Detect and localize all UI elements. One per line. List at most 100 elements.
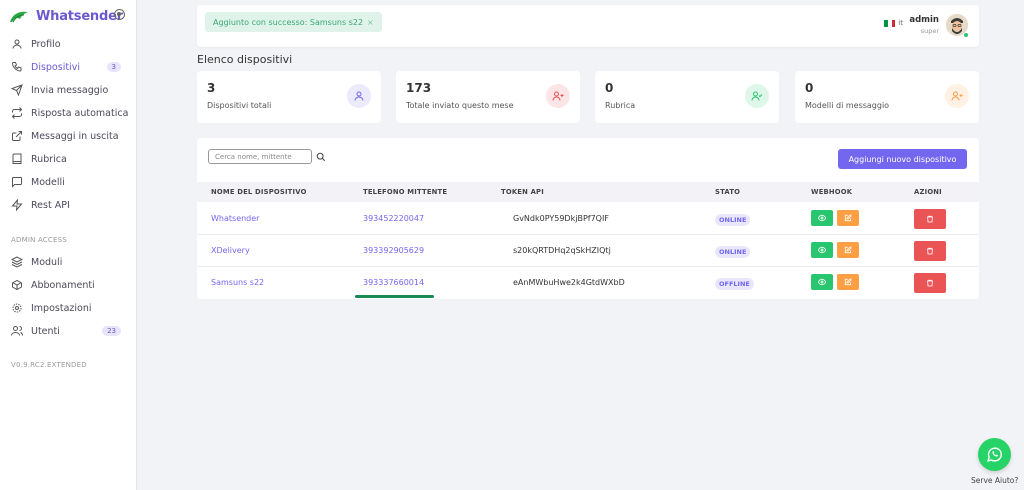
sidebar-item-label: Profilo <box>31 38 61 50</box>
column-header: TOKEN API <box>501 188 544 196</box>
delete-button[interactable] <box>914 273 946 293</box>
sidebar-item-label: Rubrica <box>31 153 67 165</box>
layers-icon <box>11 256 23 268</box>
user-icon <box>347 84 371 108</box>
brand[interactable]: Whatsender <box>8 9 123 24</box>
send-icon <box>11 84 23 96</box>
online-status-dot <box>963 32 969 38</box>
sidebar-item-label: Impostazioni <box>31 302 92 314</box>
repeat-icon <box>11 107 23 119</box>
view-webhook-button[interactable] <box>811 274 833 290</box>
device-phone-link[interactable]: 393452220047 <box>363 214 424 223</box>
language-code: it <box>898 19 903 27</box>
user-role: super <box>920 27 939 35</box>
zap-icon <box>11 199 23 211</box>
sidebar-item-utenti[interactable]: Utenti 23 <box>11 323 129 339</box>
stat-label: Totale inviato questo mese <box>406 101 514 110</box>
sidebar-item-risposta-automatica[interactable]: Risposta automatica <box>11 105 129 121</box>
language-selector[interactable]: it <box>884 19 903 27</box>
delete-button[interactable] <box>914 241 946 261</box>
trash-icon <box>927 247 933 255</box>
device-token: s20kQRTDHq2qSkHZIQtj <box>513 246 611 255</box>
sidebar-item-moduli[interactable]: Moduli <box>11 254 129 270</box>
trash-icon <box>927 279 933 287</box>
device-token: eAnMWbuHwe2k4GtdWXbD <box>513 278 625 287</box>
sidebar-item-label: Messaggi in uscita <box>31 130 119 142</box>
sidebar-item-label: Dispositivi <box>31 61 80 73</box>
edit-webhook-button[interactable] <box>837 210 859 226</box>
device-name-link[interactable]: XDelivery <box>211 246 250 255</box>
admin-section-label: ADMIN ACCESS <box>11 236 67 244</box>
user-plus-icon <box>945 84 969 108</box>
sidebar-item-rubrica[interactable]: Rubrica <box>11 151 129 167</box>
delete-button[interactable] <box>914 209 946 229</box>
edit-icon <box>844 246 852 254</box>
column-header: WEBHOOK <box>811 188 853 196</box>
topbar: Aggiunto con successo: Samsuns s22 × it … <box>197 5 979 47</box>
eye-icon <box>818 246 826 254</box>
device-name-link[interactable]: Samsuns s22 <box>211 278 264 287</box>
trash-icon <box>927 215 933 223</box>
sidebar-item-label: Utenti <box>31 325 60 337</box>
edit-webhook-button[interactable] <box>837 242 859 258</box>
sidebar-toggle-icon[interactable] <box>114 9 125 20</box>
search-icon[interactable] <box>316 152 326 162</box>
table-row: Whatsender 393452220047 GvNdk0PY59DkjBPf… <box>197 203 979 235</box>
stat-value: 173 <box>406 81 432 95</box>
devices-card: Aggiungi nuovo dispositivo NOME DEL DISP… <box>197 138 979 299</box>
stat-label: Dispositivi totali <box>207 101 272 110</box>
sidebar-item-label: Invia messaggio <box>31 84 109 96</box>
alert-message: Aggiunto con successo: Samsuns s22 <box>213 17 364 27</box>
sidebar-item-modelli[interactable]: Modelli <box>11 174 129 190</box>
user-icon <box>12 39 22 49</box>
user-plus-icon <box>546 84 570 108</box>
user-menu[interactable]: admin super <box>909 15 939 35</box>
users-icon <box>11 326 23 336</box>
package-icon <box>12 279 22 291</box>
device-token: GvNdk0PY59DkjBPf7QIF <box>513 214 609 223</box>
table-row: XDelivery 393392905629 s20kQRTDHq2qSkHZI… <box>197 235 979 267</box>
table-header: NOME DEL DISPOSITIVO TELEFONO MITTENTE T… <box>197 182 979 202</box>
sidebar-item-abbonamenti[interactable]: Abbonamenti <box>11 277 129 293</box>
add-device-button[interactable]: Aggiungi nuovo dispositivo <box>838 149 967 169</box>
device-name-link[interactable]: Whatsender <box>211 214 259 223</box>
eye-icon <box>818 278 826 286</box>
sidebar-item-profilo[interactable]: Profilo <box>11 36 129 52</box>
status-badge: OFFLINE <box>715 278 754 290</box>
sidebar-item-messaggi-in-uscita[interactable]: Messaggi in uscita <box>11 128 129 144</box>
book-icon <box>12 153 22 164</box>
help-label[interactable]: Serve Aiuto? <box>971 476 1018 485</box>
sidebar-item-label: Moduli <box>31 256 63 268</box>
column-header: TELEFONO MITTENTE <box>363 188 448 196</box>
count-badge: 3 <box>106 62 121 72</box>
external-link-icon <box>12 131 22 141</box>
column-header: STATO <box>715 188 741 196</box>
italy-flag-icon <box>884 19 896 27</box>
stat-card-rubrica: 0 Rubrica <box>595 71 779 123</box>
stat-card-dispositivi: 3 Dispositivi totali <box>197 71 381 123</box>
sidebar-item-rest-api[interactable]: Rest API <box>11 197 129 213</box>
search-input[interactable] <box>208 149 312 164</box>
sidebar-item-impostazioni[interactable]: Impostazioni <box>11 300 129 316</box>
horizontal-scrollbar[interactable] <box>355 295 434 298</box>
table-row: Samsuns s22 393337660014 eAnMWbuHwe2k4Gt… <box>197 267 979 299</box>
view-webhook-button[interactable] <box>811 210 833 226</box>
sidebar-item-invia-messaggio[interactable]: Invia messaggio <box>11 82 129 98</box>
stat-label: Modelli di messaggio <box>805 101 890 110</box>
alert-close-icon[interactable]: × <box>367 18 374 27</box>
sidebar-item-label: Rest API <box>31 199 70 211</box>
logo-icon <box>10 11 28 22</box>
help-whatsapp-button[interactable] <box>978 438 1011 471</box>
device-phone-link[interactable]: 393337660014 <box>363 278 424 287</box>
edit-webhook-button[interactable] <box>837 274 859 290</box>
phone-icon <box>11 62 22 72</box>
sidebar-item-dispositivi[interactable]: Dispositivi 3 <box>11 59 129 75</box>
user-check-icon <box>745 84 769 108</box>
stat-card-inviati: 173 Totale inviato questo mese <box>396 71 580 123</box>
stat-value: 0 <box>605 81 614 95</box>
device-phone-link[interactable]: 393392905629 <box>363 246 424 255</box>
view-webhook-button[interactable] <box>811 242 833 258</box>
stat-value: 3 <box>207 81 216 95</box>
status-badge: ONLINE <box>715 246 751 258</box>
stat-card-modelli: 0 Modelli di messaggio <box>795 71 979 123</box>
